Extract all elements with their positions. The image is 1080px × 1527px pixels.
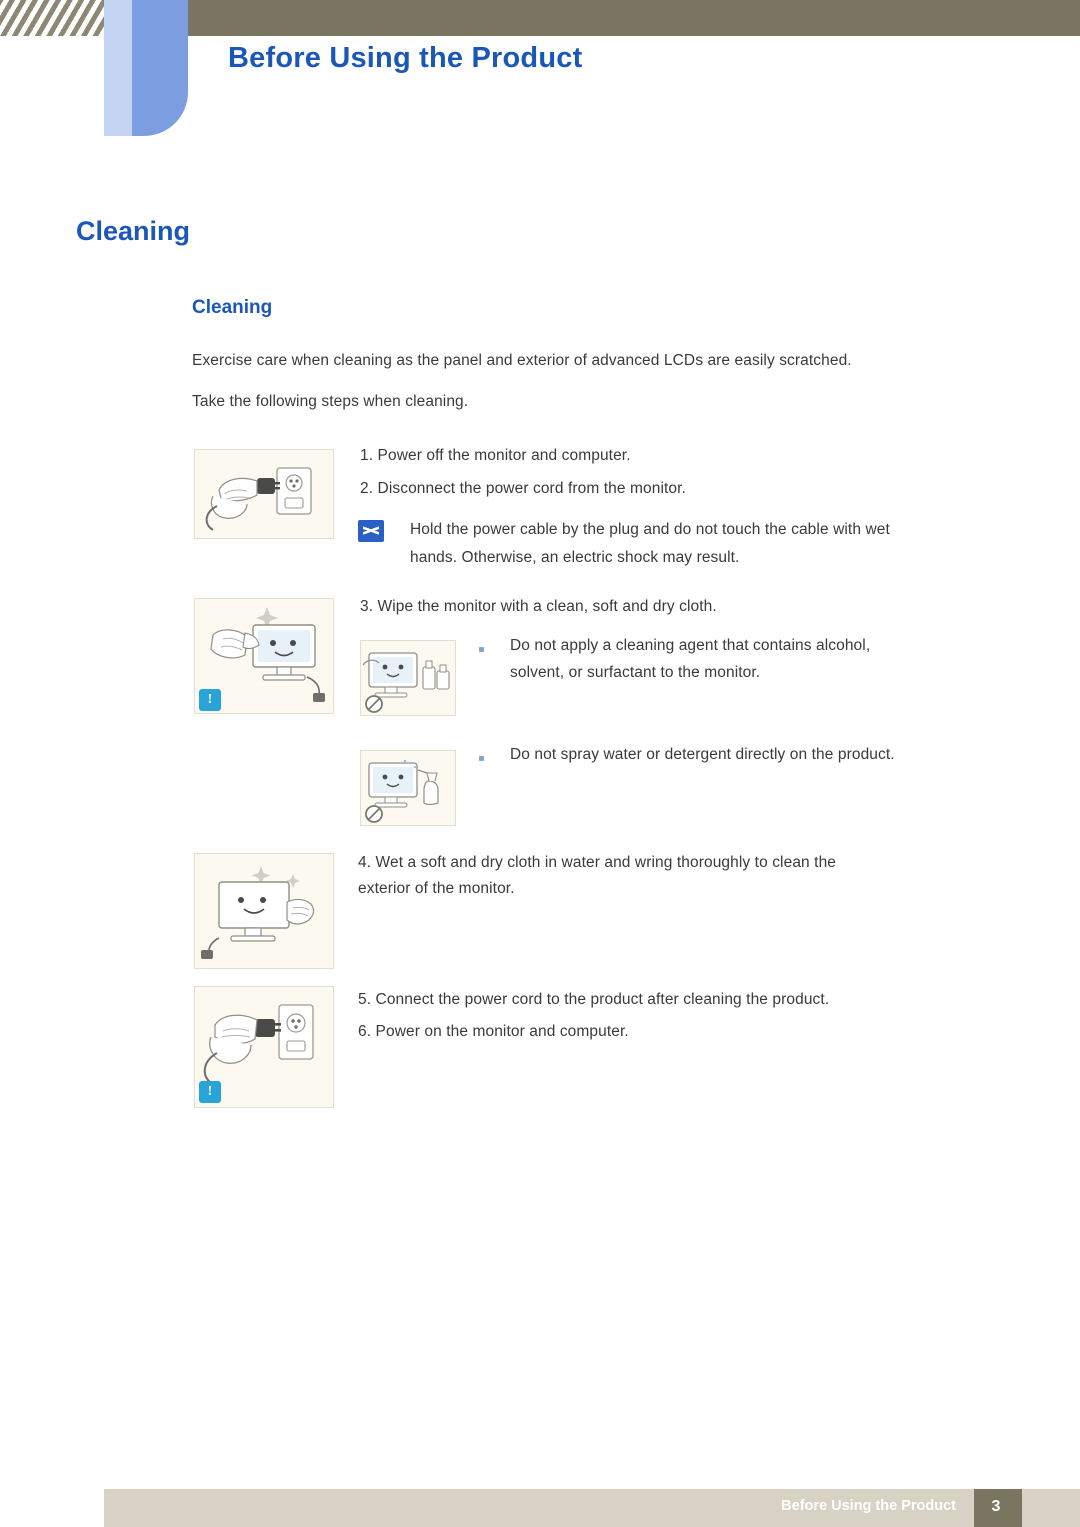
intro-line-1: Exercise care when cleaning as the panel… [192,352,852,369]
warning-badge-2: ! [199,1081,221,1103]
prohibition-icon-2 [364,804,384,824]
footer-page-number: 3 [991,1498,1001,1515]
warning-badge-1: ! [199,689,221,711]
header-tab-highlight [104,0,132,136]
step-5-text: 5. Connect the power cord to the product… [358,991,830,1008]
step-1-text: 1. Power off the monitor and computer. [360,447,631,464]
header-hatch-decoration [0,0,104,36]
bullet-1-line-2: solvent, or surfactant to the monitor. [510,664,761,681]
footer-title: Before Using the Product [781,1498,956,1514]
bullet-1-line-1: Do not apply a cleaning agent that conta… [510,637,871,654]
step-2-text: 2. Disconnect the power cord from the mo… [360,480,686,497]
bullet-marker-2 [479,756,484,761]
chapter-title: Cleaning [76,216,191,246]
note-1-line-2: hands. Otherwise, an electric shock may … [410,549,740,566]
note-1-line-1: Hold the power cable by the plug and do … [410,521,890,538]
note-icon [358,520,384,542]
intro-line-2: Take the following steps when cleaning. [192,393,469,410]
page-header-title: Before Using the Product [228,42,583,74]
figure-damp-cloth-exterior [194,853,334,969]
step-4-line-1: 4. Wet a soft and dry cloth in water and… [358,854,837,871]
bullet-2-text: Do not spray water or detergent directly… [510,746,895,763]
bullet-marker-1 [479,647,484,652]
section-title: Cleaning [192,297,273,318]
figure-disconnect-power-cord [194,449,334,539]
step-6-text: 6. Power on the monitor and computer. [358,1023,629,1040]
prohibition-icon-1 [364,694,384,714]
step-3-text: 3. Wipe the monitor with a clean, soft a… [360,598,717,615]
step-4-line-2: exterior of the monitor. [358,880,515,897]
